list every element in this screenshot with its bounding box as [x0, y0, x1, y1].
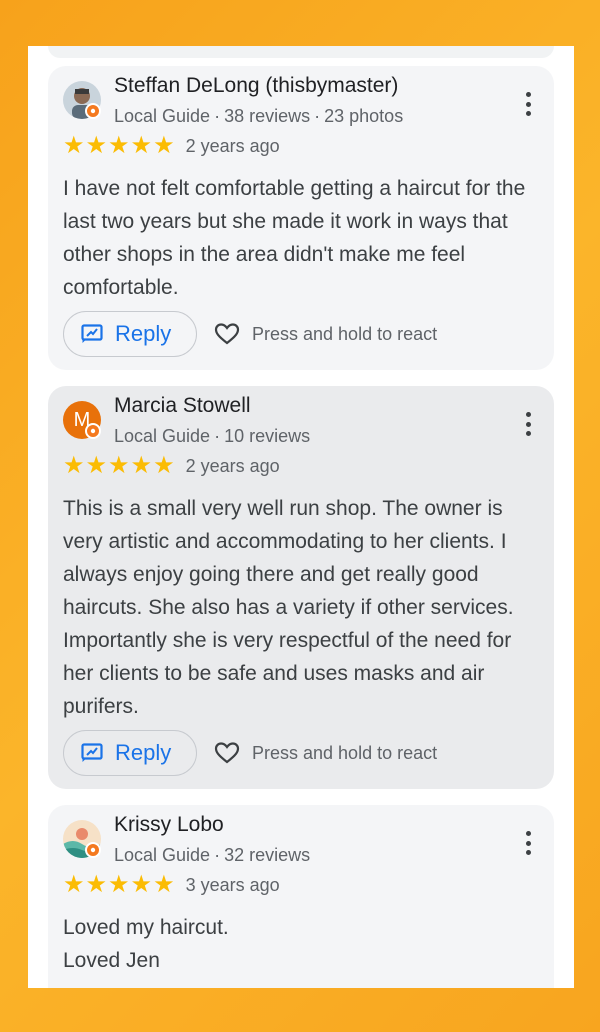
previous-card-edge — [48, 46, 554, 58]
review-time: 2 years ago — [185, 135, 280, 156]
star-icon: ★ — [63, 871, 85, 898]
reviewer-name[interactable]: Steffan DeLong (thisbymaster) — [114, 74, 398, 98]
reviewer-meta: Local Guide · 32 reviews — [114, 845, 311, 865]
reply-label: Reply — [115, 321, 172, 346]
reply-button[interactable]: Reply — [63, 730, 197, 776]
review-time: 3 years ago — [185, 874, 280, 895]
local-guide-badge-icon — [85, 842, 101, 858]
local-guide-label: Local Guide — [114, 426, 211, 446]
reviewer-meta: Local Guide · 10 reviews — [114, 426, 311, 446]
review-text-line: Loved Jen — [63, 949, 160, 972]
heart-icon — [214, 323, 240, 345]
review-text-line: Loved my haircut. — [63, 916, 229, 939]
review-text: This is a small very well run shop. The … — [63, 497, 514, 718]
review-text: I have not felt comfortable getting a ha… — [63, 177, 526, 299]
star-rating: ★ ★ ★ ★ ★ 3 years ago — [63, 873, 280, 897]
review-count: 10 reviews — [224, 426, 311, 446]
react-button[interactable]: Press and hold to react — [214, 322, 437, 346]
review-card: Steffan DeLong (thisbymaster) Local Guid… — [48, 66, 554, 370]
reply-icon — [81, 324, 103, 343]
star-icon: ★ — [130, 132, 153, 159]
reply-icon — [81, 743, 103, 762]
star-icon: ★ — [85, 452, 108, 479]
reply-button[interactable]: Reply — [63, 311, 197, 357]
reply-label: Reply — [115, 740, 172, 765]
star-icon: ★ — [85, 132, 108, 159]
heart-icon — [214, 742, 240, 764]
react-button[interactable]: Press and hold to react — [214, 741, 437, 765]
star-icon: ★ — [130, 871, 153, 898]
react-label: Press and hold to react — [252, 323, 438, 344]
star-icon: ★ — [153, 452, 175, 479]
local-guide-badge-icon — [85, 103, 101, 119]
more-options-icon[interactable] — [524, 92, 532, 116]
star-icon: ★ — [108, 871, 130, 898]
photo-count: 23 photos — [324, 106, 404, 126]
star-icon: ★ — [85, 871, 108, 898]
more-options-icon[interactable] — [524, 831, 532, 855]
review-text: Loved my haircut. Loved Jen — [63, 911, 533, 977]
review-time: 2 years ago — [185, 455, 280, 476]
star-icon: ★ — [63, 452, 85, 479]
star-icon: ★ — [108, 132, 130, 159]
local-guide-label: Local Guide — [114, 845, 211, 865]
local-guide-label: Local Guide — [114, 106, 211, 126]
reviewer-name[interactable]: Krissy Lobo — [114, 813, 224, 837]
review-card: M Marcia Stowell Local Guide · 10 reviews … — [48, 386, 554, 789]
star-icon: ★ — [153, 132, 175, 159]
local-guide-badge-icon — [85, 423, 101, 439]
reviewer-meta: Local Guide · 38 reviews · 23 photos — [114, 106, 404, 126]
reviews-screen: Steffan DeLong (thisbymaster) Local Guid… — [28, 46, 574, 988]
review-count: 38 reviews — [224, 106, 311, 126]
review-count: 32 reviews — [224, 845, 311, 865]
star-icon: ★ — [130, 452, 153, 479]
star-rating: ★ ★ ★ ★ ★ 2 years ago — [63, 454, 280, 478]
reviewer-name[interactable]: Marcia Stowell — [114, 394, 251, 418]
star-rating: ★ ★ ★ ★ ★ 2 years ago — [63, 134, 280, 158]
more-options-icon[interactable] — [524, 412, 532, 436]
review-card: Krissy Lobo Local Guide · 32 reviews ★ ★ ★… — [48, 805, 554, 988]
react-label: Press and hold to react — [252, 742, 438, 763]
star-icon: ★ — [63, 132, 85, 159]
star-icon: ★ — [153, 871, 175, 898]
star-icon: ★ — [108, 452, 130, 479]
